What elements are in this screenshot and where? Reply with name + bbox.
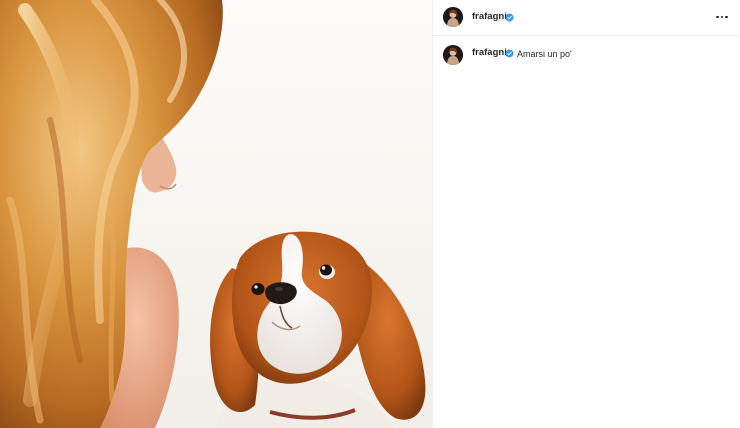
avatar-graphic	[443, 7, 463, 27]
more-dot	[720, 15, 724, 19]
caption-text: Amarsi un po'	[517, 48, 572, 59]
post-header: frafagni	[433, 0, 740, 36]
post-container: frafagni frafagni Amarsi un po'	[0, 0, 740, 428]
post-photo[interactable]	[0, 0, 433, 428]
caption-avatar-icon[interactable]	[443, 45, 463, 65]
photo-illustration	[0, 0, 426, 428]
verified-badge-icon	[505, 48, 514, 58]
more-dot	[725, 15, 728, 19]
post-details-panel: frafagni frafagni Amarsi un po'	[433, 0, 740, 428]
caption-row: frafagni Amarsi un po'	[433, 44, 740, 68]
verified-badge-icon	[505, 12, 514, 22]
more-options-icon[interactable]	[714, 10, 730, 24]
profile-avatar-icon[interactable]	[443, 7, 463, 27]
post-author-username[interactable]: frafagni	[472, 11, 507, 23]
caption-username[interactable]: frafagni	[472, 47, 507, 59]
more-dot	[716, 15, 719, 19]
avatar-graphic	[443, 45, 463, 65]
